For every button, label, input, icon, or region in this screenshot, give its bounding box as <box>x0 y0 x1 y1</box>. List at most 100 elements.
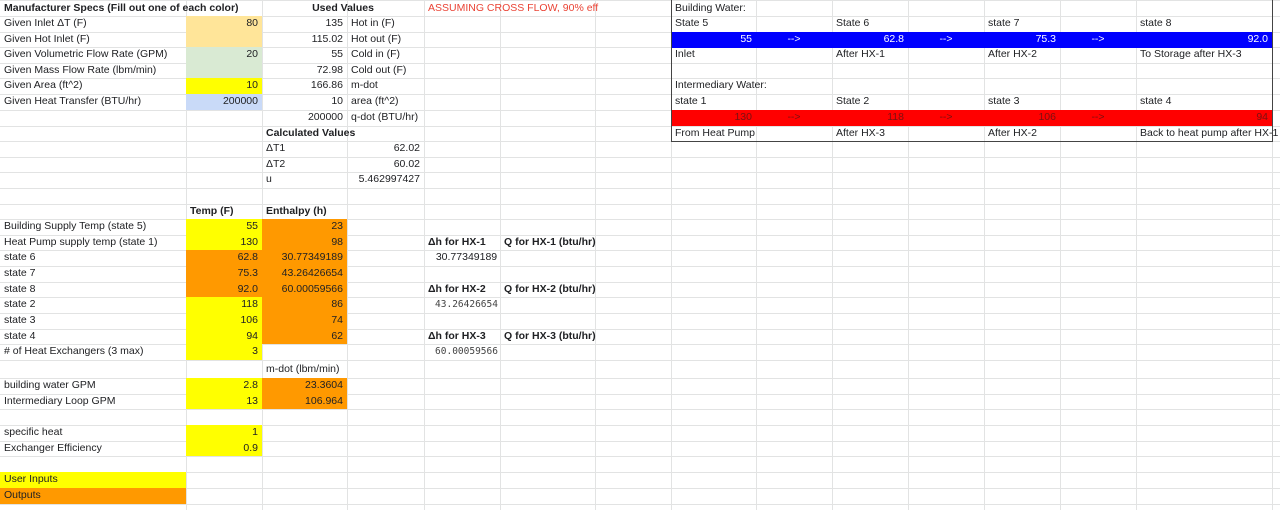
flow-mdot[interactable]: 106.964 <box>262 394 347 410</box>
building-position-label[interactable]: To Storage after HX-3 <box>1136 47 1276 63</box>
specific-heat-value[interactable]: 1 <box>186 425 262 441</box>
used-label[interactable]: Cold in (F) <box>347 47 428 63</box>
spec-label[interactable]: Given Mass Flow Rate (lbm/min) <box>0 63 190 79</box>
hx-count-label[interactable]: # of Heat Exchangers (3 max) <box>0 344 190 360</box>
intermediary-state-label[interactable]: state 1 <box>671 94 760 110</box>
calc-value[interactable]: 62.02 <box>347 141 424 157</box>
efficiency-label[interactable]: Exchanger Efficiency <box>0 441 190 457</box>
spec-label[interactable]: Given Inlet ΔT (F) <box>0 16 190 32</box>
intermediary-position-label[interactable]: Back to heat pump after HX-1 <box>1136 126 1278 142</box>
hx1-q-label[interactable]: Q for HX-1 (btu/hr) <box>500 235 599 251</box>
spec-value[interactable]: 20 <box>186 47 262 63</box>
efficiency-value[interactable]: 0.9 <box>186 441 262 457</box>
intermediary-temp[interactable]: 130 <box>671 110 756 126</box>
calc-value[interactable]: 60.02 <box>347 157 424 173</box>
used-label[interactable]: m-dot <box>347 78 428 94</box>
calc-label[interactable]: u <box>262 172 351 188</box>
state-label[interactable]: state 2 <box>0 297 190 313</box>
used-label[interactable]: q-dot (BTU/hr) <box>347 110 428 126</box>
building-position-label[interactable]: After HX-1 <box>832 47 912 63</box>
spec-label[interactable]: Given Volumetric Flow Rate (GPM) <box>0 47 190 63</box>
building-position-label[interactable]: After HX-2 <box>984 47 1064 63</box>
hx3-dh-label[interactable]: Δh for HX-3 <box>424 329 504 345</box>
state-label[interactable]: state 4 <box>0 329 190 345</box>
building-position-label[interactable]: Inlet <box>671 47 760 63</box>
building-state-label[interactable]: State 5 <box>671 16 760 32</box>
state-temp[interactable]: 75.3 <box>186 266 262 282</box>
used-value[interactable]: 55 <box>262 47 347 63</box>
legend-outputs[interactable]: Outputs <box>0 488 190 504</box>
state-label[interactable]: Building Supply Temp (state 5) <box>0 219 190 235</box>
spec-label[interactable]: Given Area (ft^2) <box>0 78 190 94</box>
hx2-dh-value[interactable]: 43.26426654 <box>424 297 509 313</box>
intermediary-temp[interactable]: 94 <box>1136 110 1272 126</box>
intermediary-position-label[interactable]: After HX-3 <box>832 126 912 142</box>
intermediary-state-label[interactable]: state 3 <box>984 94 1064 110</box>
state-enthalpy[interactable]: 86 <box>262 297 347 313</box>
state-enthalpy[interactable]: 62 <box>262 329 347 345</box>
used-value[interactable]: 72.98 <box>262 63 347 79</box>
spec-value[interactable] <box>186 32 262 48</box>
calc-label[interactable]: ΔT1 <box>262 141 351 157</box>
spec-value[interactable]: 10 <box>186 78 262 94</box>
flow-gpm[interactable]: 13 <box>186 394 262 410</box>
intermediary-position-label[interactable]: After HX-2 <box>984 126 1064 142</box>
building-state-label[interactable]: state 7 <box>984 16 1064 32</box>
intermediary-state-label[interactable]: State 2 <box>832 94 912 110</box>
state-enthalpy[interactable]: 23 <box>262 219 347 235</box>
state-label[interactable]: state 6 <box>0 250 190 266</box>
state-label[interactable]: state 8 <box>0 282 190 298</box>
hx-count-value[interactable]: 3 <box>186 344 262 360</box>
building-temp[interactable]: 62.8 <box>832 32 908 48</box>
spec-value[interactable]: 200000 <box>186 94 262 110</box>
state-enthalpy[interactable]: 60.00059566 <box>262 282 347 298</box>
used-label[interactable]: Hot in (F) <box>347 16 428 32</box>
used-value[interactable]: 115.02 <box>262 32 347 48</box>
used-label[interactable]: Cold out (F) <box>347 63 428 79</box>
state-label[interactable]: state 3 <box>0 313 190 329</box>
assumption-note[interactable]: ASSUMING CROSS FLOW, 90% eff <box>424 1 598 17</box>
state-temp[interactable]: 62.8 <box>186 250 262 266</box>
building-temp[interactable]: 55 <box>671 32 756 48</box>
specific-heat-label[interactable]: specific heat <box>0 425 190 441</box>
building-temp[interactable]: 92.0 <box>1136 32 1272 48</box>
intermediary-temp[interactable]: 106 <box>984 110 1060 126</box>
state-temp[interactable]: 92.0 <box>186 282 262 298</box>
building-water-title[interactable]: Building Water: <box>671 1 795 17</box>
state-temp[interactable]: 55 <box>186 219 262 235</box>
state-enthalpy[interactable]: 74 <box>262 313 347 329</box>
calc-label[interactable]: ΔT2 <box>262 157 351 173</box>
used-value[interactable]: 10 <box>262 94 347 110</box>
calc-value[interactable]: 5.462997427 <box>347 172 424 188</box>
legend-user-inputs[interactable]: User Inputs <box>0 472 190 488</box>
spreadsheet-grid[interactable]: Manufacturer Specs (Fill out one of each… <box>0 0 1280 510</box>
state-temp[interactable]: 106 <box>186 313 262 329</box>
flow-label[interactable]: building water GPM <box>0 378 190 394</box>
intermediary-position-label[interactable]: From Heat Pump <box>671 126 760 142</box>
used-label[interactable]: area (ft^2) <box>347 94 428 110</box>
hx3-q-label[interactable]: Q for HX-3 (btu/hr) <box>500 329 599 345</box>
flow-gpm[interactable]: 2.8 <box>186 378 262 394</box>
state-enthalpy[interactable]: 43.26426654 <box>262 266 347 282</box>
hx2-dh-label[interactable]: Δh for HX-2 <box>424 282 504 298</box>
hx3-dh-value[interactable]: 60.00059566 <box>424 344 509 360</box>
building-temp[interactable]: 75.3 <box>984 32 1060 48</box>
state-temp[interactable]: 94 <box>186 329 262 345</box>
spec-value[interactable] <box>186 63 262 79</box>
hx2-q-label[interactable]: Q for HX-2 (btu/hr) <box>500 282 599 298</box>
spec-label[interactable]: Given Hot Inlet (F) <box>0 32 190 48</box>
hx1-dh-label[interactable]: Δh for HX-1 <box>424 235 504 251</box>
used-label[interactable]: Hot out (F) <box>347 32 428 48</box>
hx1-dh-value[interactable]: 30.77349189 <box>424 250 509 266</box>
used-value[interactable]: 200000 <box>262 110 347 126</box>
used-value[interactable]: 135 <box>262 16 347 32</box>
spec-label[interactable]: Given Heat Transfer (BTU/hr) <box>0 94 190 110</box>
building-state-label[interactable]: state 8 <box>1136 16 1260 32</box>
building-state-label[interactable]: State 6 <box>832 16 912 32</box>
state-label[interactable]: state 7 <box>0 266 190 282</box>
state-label[interactable]: Heat Pump supply temp (state 1) <box>0 235 190 251</box>
state-temp[interactable]: 118 <box>186 297 262 313</box>
state-temp[interactable]: 130 <box>186 235 262 251</box>
state-enthalpy[interactable]: 98 <box>262 235 347 251</box>
spec-value[interactable]: 80 <box>186 16 262 32</box>
